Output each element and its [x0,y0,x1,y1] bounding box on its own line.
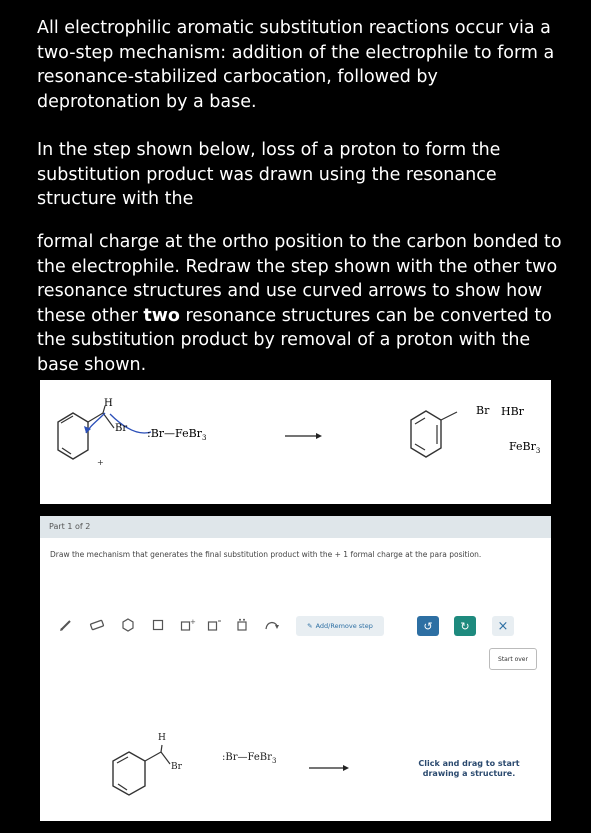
part-instruction: Draw the mechanism that generates the fi… [50,550,482,559]
negative-charge-icon[interactable] [207,617,223,633]
redo-icon: ↻ [460,619,470,633]
add-remove-step-label: Add/Remove step [315,622,373,630]
edit-icon: ✎ [307,622,313,630]
product-br-label: Br [476,404,490,417]
drawing-hint-line-2: drawing a structure. [422,769,516,778]
lone-pair-icon[interactable] [234,617,250,633]
add-remove-step-button[interactable]: ✎ Add/Remove step [296,616,384,636]
drawing-hint: Click and drag to start drawing a struct… [404,759,534,779]
undo-button[interactable]: ↺ [417,616,439,636]
intro-emphasis-two: two [143,305,180,326]
canvas-base-text: :Br—FeBr [222,752,272,763]
svg-text:+: + [190,618,196,626]
example-h-label: H [104,398,113,409]
example-reaction-panel: + H Br :Br—FeBr3 Br HBr FeBr3 [40,380,551,504]
start-over-button[interactable]: Start over [489,648,537,670]
close-button[interactable]: × [492,616,514,636]
canvas-base-label: :Br—FeBr3 [222,752,276,765]
plus-charge: + [97,458,104,467]
redo-button[interactable]: ↻ [454,616,476,636]
example-base-subscript: 3 [201,434,207,443]
intro-paragraph-2: In the step shown below, loss of a proto… [37,140,501,209]
curved-arrow-icon[interactable] [264,617,280,633]
example-base-text: :Br—FeBr [147,427,202,440]
canvas-br-label: Br [171,762,182,772]
undo-icon: ↺ [423,619,433,633]
ring-template-icon[interactable] [120,617,136,633]
canvas-base-subscript: 3 [271,757,277,765]
reaction-arrow-head [316,433,322,439]
hbr-label: HBr [501,405,524,418]
sigma-complex-ring [57,412,89,460]
canvas-h-label: H [158,733,166,743]
example-reaction-drawing: + [57,405,458,467]
product-c-br-bond [440,411,458,421]
product-double-bond [414,443,426,451]
example-br-label: Br [115,423,128,434]
atom-box-icon[interactable] [150,617,166,633]
pencil-icon[interactable] [58,617,74,633]
start-over-label: Start over [498,655,528,663]
c-br-bond [102,412,115,429]
febr3-text: FeBr [509,440,536,453]
example-base-label: :Br—FeBr3 [147,427,206,442]
eraser-icon[interactable] [89,617,105,633]
drawing-hint-line-1: Click and drag to start [418,759,520,768]
positive-charge-icon[interactable]: + [180,617,196,633]
close-icon: × [497,618,509,634]
intro-paragraph-1: All electrophilic aromatic substitution … [37,18,555,112]
intro-paragraph-3: formal charge at the ortho position to t… [37,230,562,377]
part-header: Part 1 of 2 [40,516,551,538]
product-double-bond [414,417,426,425]
febr3-subscript: 3 [535,447,541,456]
febr3-label: FeBr3 [509,440,540,455]
part-label: Part 1 of 2 [49,522,91,531]
